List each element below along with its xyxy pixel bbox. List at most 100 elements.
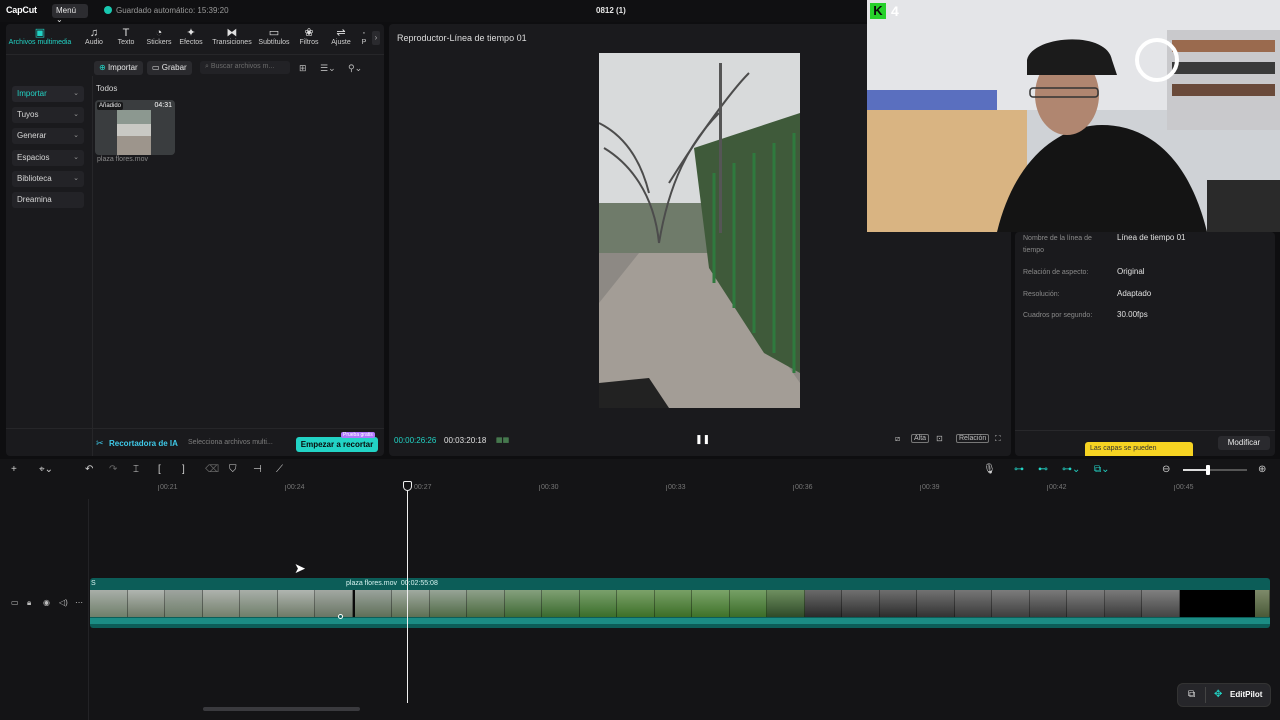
zoom-out-icon[interactable]: ⊖: [1162, 464, 1170, 475]
ratio-button[interactable]: Relación: [956, 434, 990, 443]
freeze-icon[interactable]: ⊣: [253, 464, 262, 475]
undo-icon[interactable]: ↶: [85, 464, 93, 475]
layers-tooltip: Las capas se pueden: [1085, 442, 1193, 456]
split-icon[interactable]: ⌶: [133, 464, 139, 475]
more-options-icon[interactable]: ⋯: [75, 598, 83, 607]
clip-frame: [992, 590, 1030, 617]
sidebar-item-label: Generar: [17, 131, 47, 140]
sidebar-item-yours[interactable]: Tuyos ⌄: [12, 107, 84, 123]
keyframe-dot[interactable]: [338, 614, 343, 619]
sidebar-item-label: Dreamina: [17, 195, 52, 204]
start-cutting-button[interactable]: Empezar a recortar: [296, 437, 378, 452]
magnet-icon[interactable]: ⊷: [1038, 464, 1048, 475]
tab-transitions[interactable]: ⧓ Transiciones: [210, 27, 254, 46]
import-button[interactable]: ⊕ Importar: [94, 61, 143, 75]
clip-frame: [202, 590, 240, 617]
capture-icon[interactable]: ⊡: [936, 434, 943, 443]
tab-stickers[interactable]: ◔ Stickers: [145, 27, 173, 46]
sidebar-item-generate[interactable]: Generar ⌄: [12, 128, 84, 144]
clip-frame: [1179, 590, 1217, 617]
eye-icon[interactable]: ◉: [43, 598, 50, 607]
microphone-icon[interactable]: 🎙: [983, 464, 996, 475]
cloud-check-icon: [104, 6, 112, 14]
tab-media[interactable]: ▣ Archivos multimedia: [8, 27, 72, 46]
viewer-count: 4: [891, 3, 899, 19]
ruler-label: 00:45: [1176, 484, 1194, 491]
video-preview[interactable]: [599, 53, 800, 408]
project-name[interactable]: 0812 (1): [596, 6, 626, 15]
select-tool-icon[interactable]: ⌖⌄: [39, 464, 53, 475]
tab-text[interactable]: T Texto: [114, 27, 138, 46]
chevron-down-icon: ⌄: [73, 175, 79, 182]
ai-cutter-title: Recortadora de IA: [109, 439, 178, 448]
tab-audio[interactable]: ♫ Audio: [82, 27, 106, 46]
record-button[interactable]: ▭ Grabar: [147, 61, 192, 75]
tab-effects[interactable]: ✦ Efectos: [178, 27, 204, 46]
filter-icon[interactable]: ⚲⌄: [348, 63, 362, 74]
more-icon: ·: [362, 27, 366, 39]
media-search-input[interactable]: ⌕ Buscar archivos m...: [200, 61, 290, 74]
clip-frame: [240, 590, 278, 617]
cover-icon[interactable]: ▭: [11, 598, 19, 607]
feedback-icon[interactable]: ⧉: [1188, 689, 1195, 700]
divider: [1205, 687, 1206, 703]
linkage-icon[interactable]: ⊶⌄: [1062, 464, 1080, 475]
add-track-icon[interactable]: +: [11, 464, 17, 475]
clip-frame: [804, 590, 842, 617]
pause-button[interactable]: ❚❚: [695, 434, 710, 445]
prop-label: Nombre de la línea de tiempo: [1023, 235, 1092, 254]
auto-cut-icon[interactable]: ⟋: [276, 464, 283, 475]
kick-logo-icon: K: [870, 3, 886, 19]
crop-icon[interactable]: ⧄: [895, 434, 900, 444]
trim-right-icon[interactable]: ]: [182, 464, 185, 475]
sidebar-item-import[interactable]: Importar ⌄: [12, 86, 84, 102]
marker-icon[interactable]: ⛉: [229, 464, 237, 475]
main-video-track[interactable]: S plaza flores.mov 00:02:55:08: [90, 578, 1271, 628]
clip-frame-strip: [90, 590, 1271, 617]
timeline-scrollbar[interactable]: [203, 707, 360, 711]
lock-icon[interactable]: 🔒︎: [27, 598, 31, 608]
tab-label: Transiciones: [212, 39, 252, 46]
playhead-handle[interactable]: [403, 481, 412, 491]
quality-button[interactable]: Alta: [911, 434, 930, 443]
modify-button[interactable]: Modificar: [1218, 436, 1270, 450]
prop-label: Resolución:: [1023, 291, 1060, 298]
tab-filters[interactable]: ❀ Filtros: [297, 27, 321, 46]
zoom-slider-handle[interactable]: [1206, 465, 1210, 475]
tab-subtitles[interactable]: ▭ Subtítulos: [256, 27, 292, 46]
media-icon: ▣: [34, 27, 46, 39]
grid-overlay-icon[interactable]: ▦▦: [496, 436, 509, 444]
camera-icon: ▭: [152, 63, 160, 72]
grid-view-icon[interactable]: ⊞: [299, 63, 307, 74]
tab-label: Filtros: [299, 39, 319, 46]
clip-frame: [1254, 590, 1271, 617]
sort-icon[interactable]: ☰⌄: [320, 63, 336, 74]
speaker-icon[interactable]: ◁): [59, 598, 68, 607]
sidebar-item-library[interactable]: Biblioteca ⌄: [12, 171, 84, 187]
clip-frame: [429, 590, 467, 617]
ruler-tick: [539, 485, 540, 491]
media-clip-thumbnail[interactable]: Añadido 04:31: [95, 100, 175, 155]
current-timecode: 00:00:26:26: [394, 436, 437, 445]
chevron-down-icon: ⌄: [73, 90, 79, 97]
redo-icon[interactable]: ↷: [109, 464, 117, 475]
menu-button[interactable]: Menú ⌄: [52, 4, 88, 24]
link-clips-icon[interactable]: ⊶: [1014, 464, 1024, 475]
webcam-overlay: K 4: [867, 0, 1280, 232]
clip-frame: [467, 590, 505, 617]
delete-icon[interactable]: ⌫: [205, 464, 219, 475]
editpilot-widget[interactable]: ⧉ ✥ EditPilot: [1177, 683, 1271, 707]
fullscreen-icon[interactable]: ⛶: [995, 434, 1001, 444]
tab-more[interactable]: · P: [360, 27, 368, 46]
tabs-scroll-right-icon[interactable]: ›: [372, 31, 380, 45]
zoom-in-icon[interactable]: ⊕: [1258, 464, 1266, 475]
tab-label: Subtítulos: [258, 39, 290, 46]
plus-circle-icon: ⊕: [99, 63, 106, 72]
sidebar-item-spaces[interactable]: Espacios ⌄: [12, 150, 84, 166]
tab-adjust[interactable]: ⇌ Ajuste: [329, 27, 353, 46]
preview-axis-icon[interactable]: ⧉⌄: [1094, 464, 1110, 475]
trim-left-icon[interactable]: [: [158, 464, 161, 475]
sidebar-item-dreamina[interactable]: Dreamina: [12, 192, 84, 208]
clip-frame: [127, 590, 165, 617]
playhead-line[interactable]: [407, 481, 408, 703]
